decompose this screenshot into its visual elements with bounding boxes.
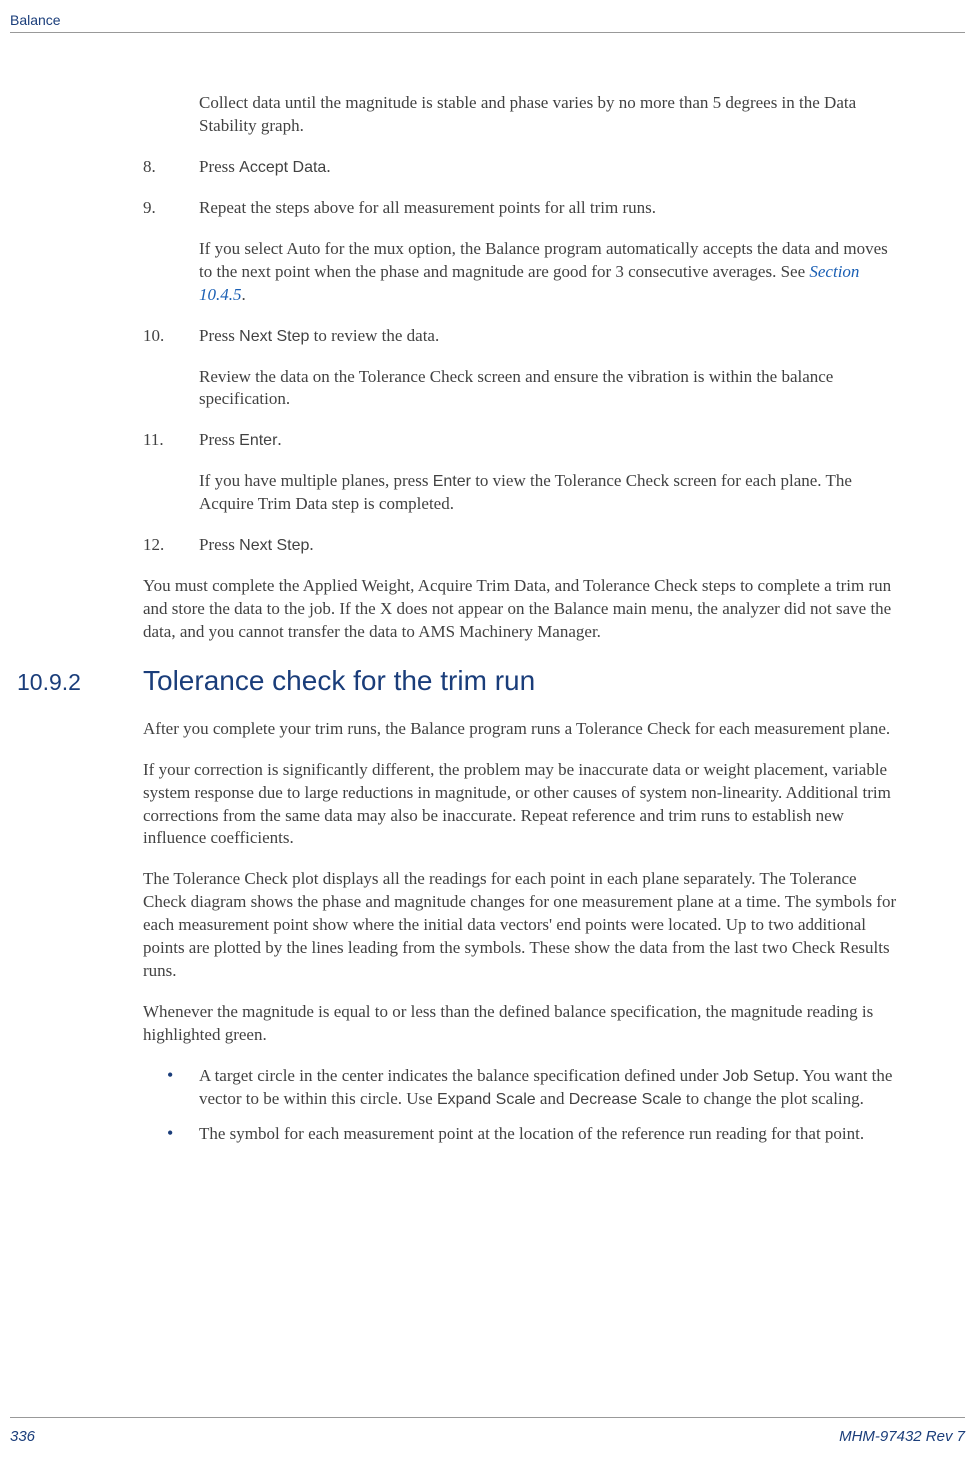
text-run: . xyxy=(242,285,246,304)
ui-label: Accept Data xyxy=(239,159,326,176)
step-sub-text: Review the data on the Tolerance Check s… xyxy=(199,366,903,412)
text-run: Press xyxy=(199,326,239,345)
text-run: . xyxy=(326,157,330,176)
closing-paragraph: You must complete the Applied Weight, Ac… xyxy=(143,575,903,644)
ui-label: Enter xyxy=(433,473,471,490)
step-body: Press Enter. If you have multiple planes,… xyxy=(199,429,903,516)
step-text: Repeat the steps above for all measureme… xyxy=(199,197,903,220)
bullet-text: The symbol for each measurement point at… xyxy=(199,1123,903,1146)
text-run: The symbol for each measurement point at… xyxy=(199,1124,864,1143)
text-run: Review the data on the Tolerance Check s… xyxy=(199,367,833,409)
step-number: 11. xyxy=(143,429,199,516)
page-footer: 336 MHM-97432 Rev 7 xyxy=(10,1417,965,1445)
section-title: Tolerance check for the trim run xyxy=(143,662,535,700)
bullet-icon: • xyxy=(167,1123,199,1146)
step-text: Press Enter. xyxy=(199,429,903,452)
step-item: 10.Press Next Step to review the data. Re… xyxy=(143,325,903,412)
text-run: and xyxy=(536,1089,569,1108)
bullet-item: •The symbol for each measurement point a… xyxy=(143,1123,903,1146)
body-paragraph: The Tolerance Check plot displays all th… xyxy=(143,868,903,983)
step-item: 11.Press Enter. If you have multiple plan… xyxy=(143,429,903,516)
step-text: Press Next Step to review the data. xyxy=(199,325,903,348)
text-run: . xyxy=(309,535,313,554)
header-rule xyxy=(10,32,965,33)
step-text: Press Accept Data. xyxy=(199,156,903,179)
page-content: Collect data until the magnitude is stab… xyxy=(143,92,903,1158)
ui-label: Enter xyxy=(239,432,277,449)
step-body: Press Next Step. xyxy=(199,534,903,557)
step-number: 9. xyxy=(143,197,199,307)
page-number: 336 xyxy=(10,1428,35,1445)
step-number: 12. xyxy=(143,534,199,557)
ui-label: Decrease Scale xyxy=(569,1091,682,1108)
section-number: 10.9.2 xyxy=(17,667,143,698)
footer-rule xyxy=(10,1417,965,1418)
ui-label: Next Step xyxy=(239,328,309,345)
step-body: Repeat the steps above for all measureme… xyxy=(199,197,903,307)
step-sub-text: If you have multiple planes, press Enter… xyxy=(199,470,903,516)
text-run: A target circle in the center indicates … xyxy=(199,1066,723,1085)
text-run: to review the data. xyxy=(309,326,439,345)
step-body: Press Accept Data. xyxy=(199,156,903,179)
step-body: Press Next Step to review the data. Revie… xyxy=(199,325,903,412)
text-run: to change the plot scaling. xyxy=(682,1089,864,1108)
bullet-item: •A target circle in the center indicates… xyxy=(143,1065,903,1111)
step-number: 10. xyxy=(143,325,199,412)
text-run: If you select Auto for the mux option, t… xyxy=(199,239,888,281)
step-item: 12.Press Next Step. xyxy=(143,534,903,557)
step-item: 9.Repeat the steps above for all measure… xyxy=(143,197,903,307)
step-item: 8.Press Accept Data. xyxy=(143,156,903,179)
intro-paragraph: Collect data until the magnitude is stab… xyxy=(143,92,903,138)
bullet-icon: • xyxy=(167,1065,199,1111)
doc-id: MHM-97432 Rev 7 xyxy=(839,1428,965,1445)
section-heading: 10.9.2 Tolerance check for the trim run xyxy=(17,662,903,700)
ui-label: Expand Scale xyxy=(437,1091,536,1108)
text-run: Repeat the steps above for all measureme… xyxy=(199,198,656,217)
ui-label: Job Setup xyxy=(723,1068,795,1085)
text-run: Press xyxy=(199,157,239,176)
step-text: Press Next Step. xyxy=(199,534,903,557)
text-run: . xyxy=(277,430,281,449)
header-section: Balance xyxy=(10,12,61,28)
body-paragraph: If your correction is significantly diff… xyxy=(143,759,903,851)
body-paragraph: Whenever the magnitude is equal to or le… xyxy=(143,1001,903,1047)
text-run: Press xyxy=(199,430,239,449)
step-sub-text: If you select Auto for the mux option, t… xyxy=(199,238,903,307)
ui-label: Next Step xyxy=(239,537,309,554)
bullet-text: A target circle in the center indicates … xyxy=(199,1065,903,1111)
body-paragraph: After you complete your trim runs, the B… xyxy=(143,718,903,741)
text-run: Press xyxy=(199,535,239,554)
text-run: If you have multiple planes, press xyxy=(199,471,433,490)
step-number: 8. xyxy=(143,156,199,179)
